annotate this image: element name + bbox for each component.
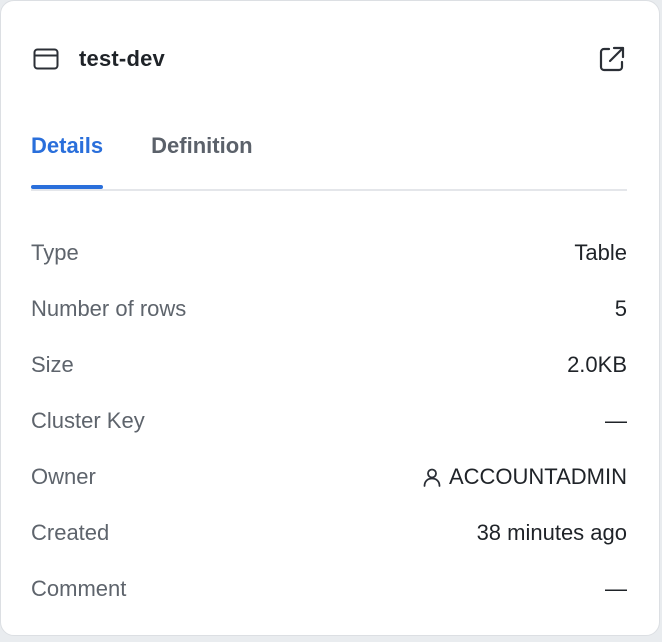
object-details-card: test-dev Details Definition Type Table N… (0, 0, 660, 636)
detail-row-type: Type Table (31, 225, 627, 281)
card-header: test-dev (33, 41, 627, 77)
tab-details[interactable]: Details (31, 129, 104, 189)
detail-row-comment: Comment — (31, 561, 627, 617)
detail-row-owner: Owner ACCOUNTADMIN (31, 449, 627, 505)
owner-value: ACCOUNTADMIN (421, 464, 627, 490)
detail-row-cluster-key: Cluster Key — (31, 393, 627, 449)
detail-label: Owner (31, 464, 96, 489)
detail-label: Created (31, 520, 110, 545)
detail-row-number-of-rows: Number of rows 5 (31, 281, 627, 337)
table-icon (33, 48, 59, 70)
detail-label: Number of rows (31, 296, 187, 321)
detail-label: Cluster Key (31, 408, 145, 433)
detail-value: 2.0KB (567, 352, 627, 377)
detail-value: — (605, 408, 627, 433)
detail-value: 38 minutes ago (476, 520, 627, 545)
detail-label: Size (31, 352, 74, 377)
open-external-button[interactable] (597, 44, 627, 74)
detail-row-size: Size 2.0KB (31, 337, 627, 393)
owner-name: ACCOUNTADMIN (448, 464, 627, 489)
detail-row-created: Created 38 minutes ago (31, 505, 627, 561)
open-external-icon (599, 46, 625, 72)
detail-value: 5 (614, 296, 627, 321)
detail-value: Table (574, 240, 627, 265)
user-icon (421, 466, 443, 488)
detail-label: Comment (31, 576, 127, 601)
detail-value: — (605, 576, 627, 601)
tab-bar: Details Definition (31, 129, 627, 191)
details-list: Type Table Number of rows 5 Size 2.0KB C… (31, 225, 627, 617)
page-title: test-dev (79, 46, 165, 71)
tab-definition[interactable]: Definition (151, 129, 252, 185)
detail-label: Type (31, 240, 79, 265)
